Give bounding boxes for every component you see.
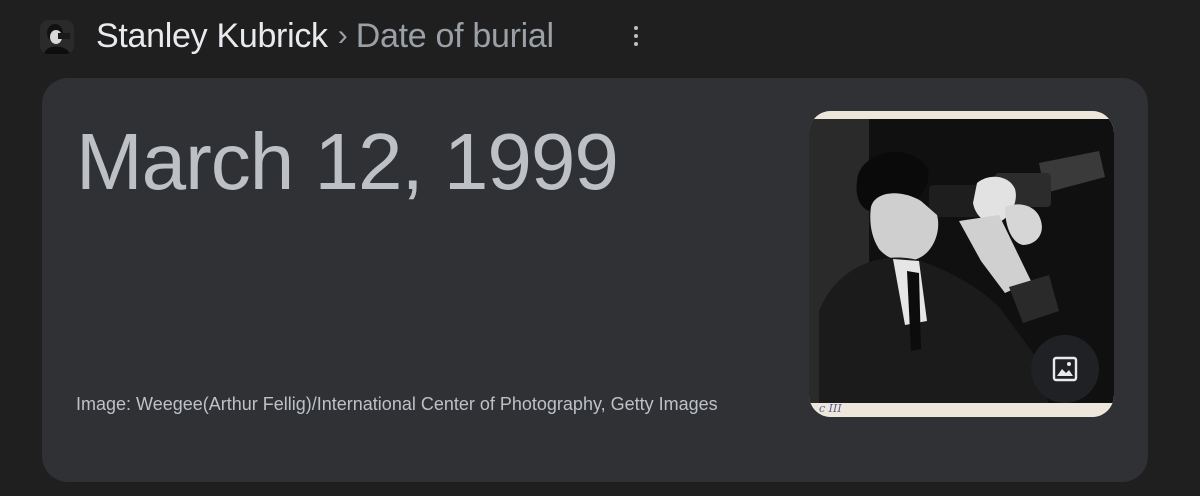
view-image-button[interactable]: [1031, 335, 1099, 403]
breadcrumb: Stanley Kubrick › Date of burial: [96, 14, 554, 58]
more-vert-icon: [634, 26, 638, 30]
breadcrumb-attribute: Date of burial: [355, 16, 554, 55]
image-icon: [1052, 356, 1078, 382]
person-thumbnail-icon: [40, 20, 74, 54]
entity-photo[interactable]: c III: [809, 111, 1114, 417]
header: Stanley Kubrick › Date of burial: [0, 0, 1200, 70]
answer-text: March 12, 1999: [76, 117, 619, 206]
entity-thumbnail[interactable]: [40, 20, 74, 54]
breadcrumb-entity-link[interactable]: Stanley Kubrick: [96, 17, 328, 56]
answer-card: March 12, 1999 Image: Weegee(Arthur Fell…: [42, 78, 1148, 482]
more-vert-icon-dot: [634, 42, 638, 46]
more-vert-icon-dot: [634, 34, 638, 38]
image-credit: Image: Weegee(Arthur Fellig)/Internation…: [76, 394, 718, 414]
breadcrumb-separator: ›: [337, 19, 348, 52]
more-options-button[interactable]: [624, 22, 648, 50]
svg-text:c III: c III: [819, 402, 842, 415]
